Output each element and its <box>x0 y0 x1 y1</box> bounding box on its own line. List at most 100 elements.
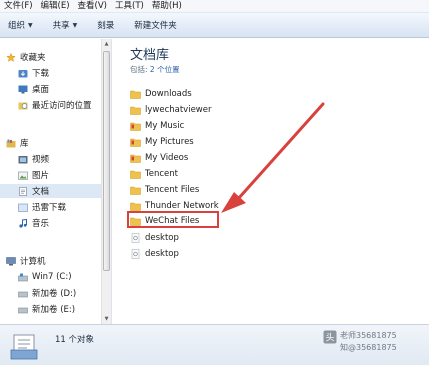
organize-button[interactable]: 组织 ▼ <box>2 16 39 34</box>
file-name: desktop <box>145 233 179 243</box>
nav-drive-d[interactable]: 新加卷 (D:) <box>18 286 111 300</box>
burn-button[interactable]: 刻录 <box>91 16 120 34</box>
menu-bar: 文件(F) 编辑(E) 查看(V) 工具(T) 帮助(H) <box>0 0 429 12</box>
nav-desktop-label: 桌面 <box>32 85 50 95</box>
share-button[interactable]: 共享 ▼ <box>47 16 84 34</box>
file-item[interactable]: Tencent <box>130 167 178 181</box>
library-locations-link[interactable]: 2 个位置 <box>150 65 180 74</box>
documents-library-large-icon <box>10 334 38 360</box>
share-label: 共享 <box>52 21 70 31</box>
watermark-logo-icon: 头 <box>323 330 337 344</box>
command-bar: 组织 ▼ 共享 ▼ 刻录 新建文件夹 <box>0 12 429 38</box>
folder-icon <box>130 170 141 179</box>
file-name: My Music <box>145 121 185 131</box>
new-folder-label: 新建文件夹 <box>134 21 177 31</box>
settings-file-icon <box>131 233 140 243</box>
scroll-down-icon[interactable]: ▼ <box>102 314 111 324</box>
nav-drive-c-label: Win7 (C:) <box>32 272 72 282</box>
picture-library-icon <box>18 171 28 180</box>
nav-favorites-label: 收藏夹 <box>20 53 46 63</box>
nav-videos[interactable]: 视频 <box>18 152 111 166</box>
drive-icon <box>18 291 28 297</box>
scroll-up-icon[interactable]: ▲ <box>102 39 111 49</box>
downloads-folder-icon <box>18 69 28 77</box>
chevron-down-icon: ▼ <box>72 21 78 29</box>
file-name: Tencent Files <box>145 185 200 195</box>
nav-recent-places[interactable]: 最近访问的位置 <box>18 98 111 112</box>
file-item[interactable]: Tencent Files <box>130 183 199 197</box>
nav-downloads-label: 下载 <box>32 69 50 79</box>
burn-label: 刻录 <box>97 21 115 31</box>
folder-icon <box>130 202 141 211</box>
nav-desktop[interactable]: 桌面 <box>18 82 111 96</box>
watermark-text: 老师35681875 知@35681875 <box>340 330 397 354</box>
svg-text:头: 头 <box>325 333 334 344</box>
nav-drive-c[interactable]: Win7 (C:) <box>18 270 111 284</box>
file-name: Tencent <box>145 169 178 179</box>
music-note-icon <box>19 218 27 228</box>
system-drive-icon <box>18 273 28 281</box>
nav-favorites[interactable]: 收藏夹 <box>6 50 107 64</box>
computer-icon <box>6 256 16 265</box>
nav-thunder-label: 迅雷下载 <box>32 203 67 213</box>
watermark-line-2: 知@35681875 <box>340 343 397 352</box>
nav-music[interactable]: 音乐 <box>18 216 111 230</box>
nav-downloads[interactable]: 下载 <box>18 66 111 80</box>
file-item[interactable]: My Pictures <box>130 135 194 149</box>
settings-file-icon <box>131 249 140 259</box>
file-item[interactable]: desktop <box>130 231 179 245</box>
file-item[interactable]: desktop <box>130 247 179 261</box>
nav-computer[interactable]: 计算机 <box>6 254 107 268</box>
chevron-down-icon: ▼ <box>28 21 33 29</box>
library-icon <box>6 139 16 147</box>
highlight-box <box>127 211 219 228</box>
nav-recent-label: 最近访问的位置 <box>32 101 92 111</box>
nav-drive-e-label: 新加卷 (E:) <box>32 305 76 315</box>
nav-thunder-downloads[interactable]: 迅雷下载 <box>18 200 111 214</box>
file-name: Downloads <box>145 89 192 99</box>
nav-libraries[interactable]: 库 <box>6 136 107 150</box>
menu-tools[interactable]: 工具(T) <box>111 0 148 12</box>
file-item[interactable]: My Music <box>130 119 184 133</box>
file-item[interactable]: Downloads <box>130 87 192 101</box>
nav-computer-label: 计算机 <box>20 257 46 267</box>
file-name: My Videos <box>145 153 189 163</box>
menu-edit[interactable]: 编辑(E) <box>37 0 74 12</box>
navigation-pane: 收藏夹 下载 桌面 最近访问的位置 库 视频 图片 文档 迅雷下载 音乐 计算机… <box>0 39 111 324</box>
nav-documents[interactable]: 文档 <box>0 184 101 198</box>
nav-drive-d-label: 新加卷 (D:) <box>32 289 77 299</box>
file-item[interactable]: My Videos <box>130 151 188 165</box>
nav-videos-label: 视频 <box>32 155 50 165</box>
file-name: Thunder Network <box>145 201 219 211</box>
new-folder-button[interactable]: 新建文件夹 <box>128 16 183 34</box>
folder-icon <box>130 106 141 115</box>
nav-scrollbar[interactable]: ▲ ▼ <box>101 39 111 324</box>
menu-file[interactable]: 文件(F) <box>0 0 37 12</box>
nav-libraries-label: 库 <box>20 139 29 149</box>
menu-help[interactable]: 帮助(H) <box>148 0 186 12</box>
desktop-icon <box>18 85 28 93</box>
explorer-window: 文件(F) 编辑(E) 查看(V) 工具(T) 帮助(H) 组织 ▼ 共享 ▼ … <box>0 0 429 365</box>
folder-icon <box>130 90 141 99</box>
special-folder-icon <box>130 154 141 163</box>
file-name: lywechatviewer <box>145 105 212 115</box>
file-item[interactable]: lywechatviewer <box>130 103 211 117</box>
document-library-icon <box>19 186 27 196</box>
library-subtitle-prefix: 包括: <box>130 65 150 74</box>
recent-places-icon <box>18 102 28 109</box>
nav-pictures-label: 图片 <box>32 171 50 181</box>
nav-drive-e[interactable]: 新加卷 (E:) <box>18 302 111 316</box>
star-icon <box>6 52 16 62</box>
organize-label: 组织 <box>8 21 26 31</box>
thunder-library-icon <box>18 203 28 212</box>
menu-view[interactable]: 查看(V) <box>74 0 111 12</box>
watermark-line-1: 老师35681875 <box>340 331 397 340</box>
nav-pictures[interactable]: 图片 <box>18 168 111 182</box>
file-name: My Pictures <box>145 137 194 147</box>
special-folder-icon <box>130 138 141 147</box>
folder-icon <box>130 186 141 195</box>
scrollbar-thumb[interactable] <box>103 51 110 271</box>
library-subtitle: 包括: 2 个位置 <box>130 64 180 75</box>
nav-documents-label: 文档 <box>32 187 50 197</box>
library-content-pane: 文档库 包括: 2 个位置 Downloads lywechatviewer M… <box>111 39 429 324</box>
